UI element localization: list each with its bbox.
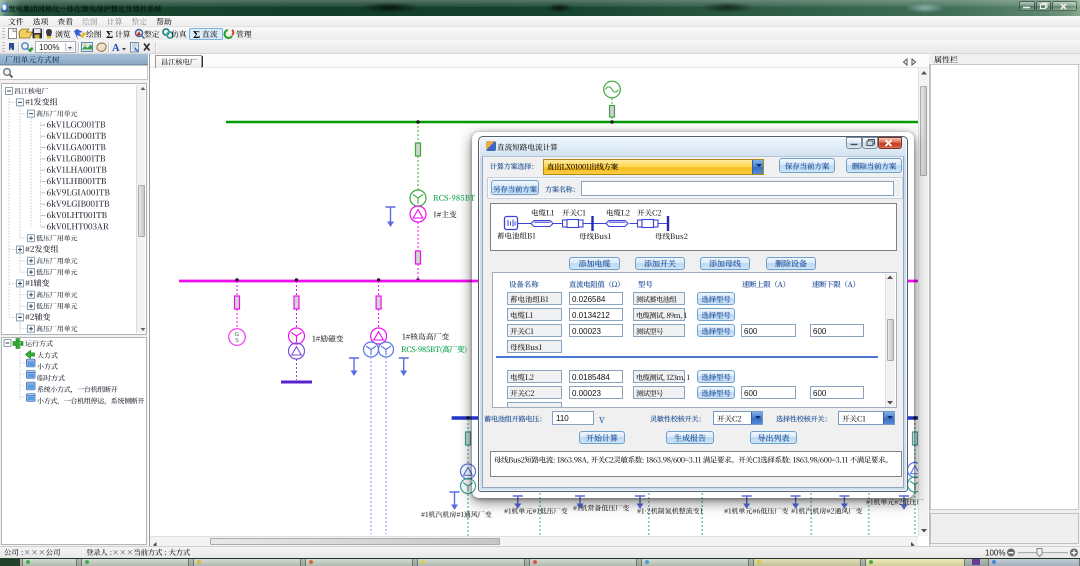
svg-text:Σ: Σ: [106, 29, 113, 40]
svg-text:Σ: Σ: [193, 29, 200, 40]
svg-text:A: A: [112, 43, 120, 54]
svg-text:S: S: [235, 338, 239, 344]
svg-text:100%: 100%: [985, 549, 1005, 558]
